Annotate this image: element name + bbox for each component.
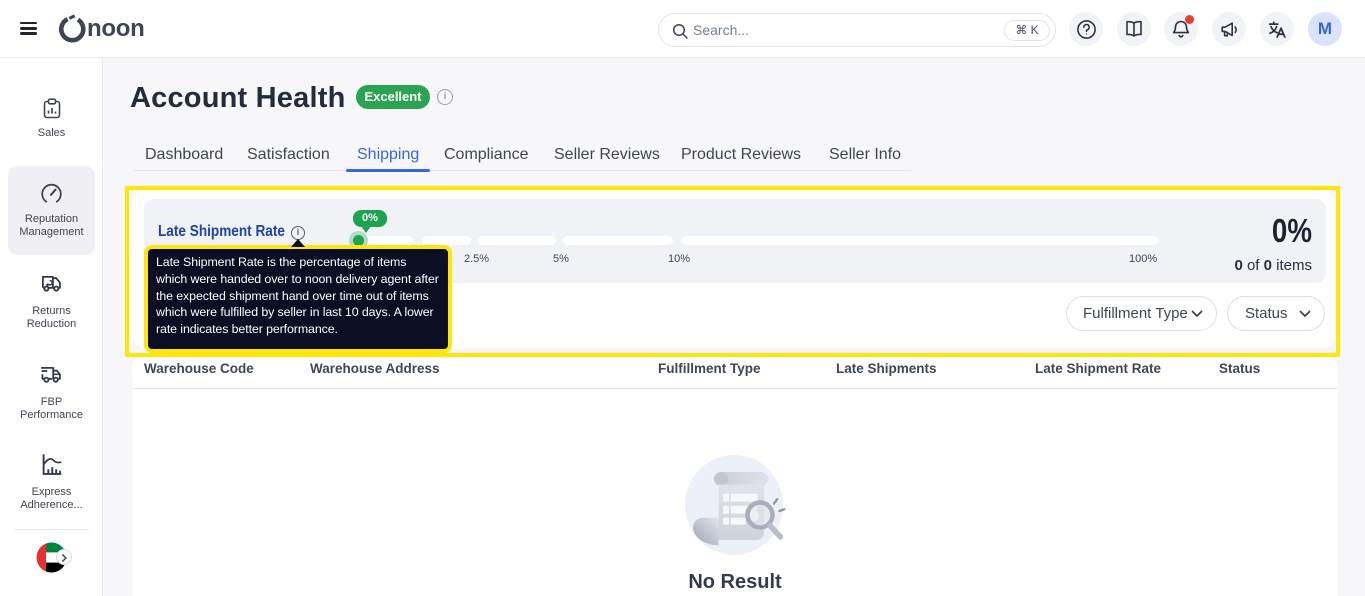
svg-text:noon: noon	[87, 15, 144, 42]
